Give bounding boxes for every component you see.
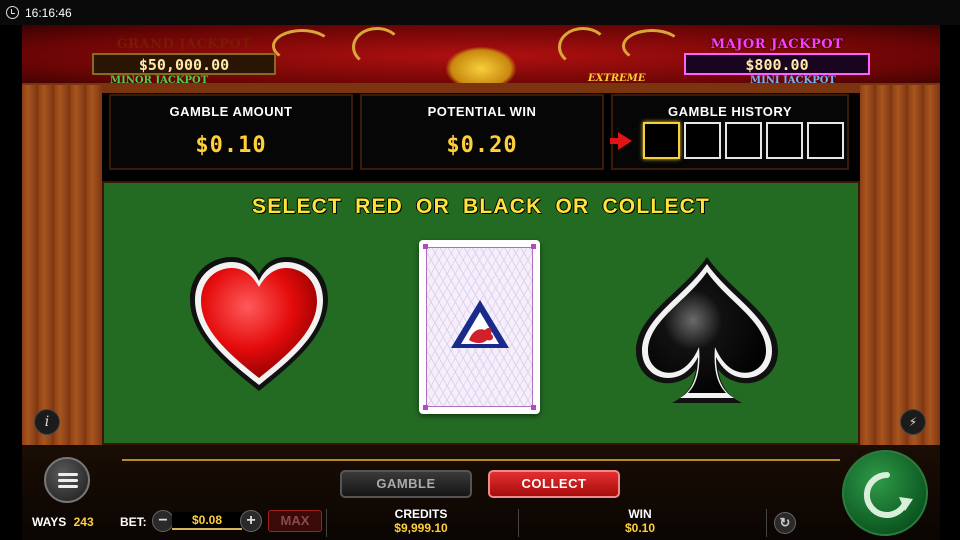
major-jackpot-label: MAJOR JACKPOT [710, 37, 844, 52]
history-slot [643, 122, 680, 159]
history-slot [807, 122, 844, 159]
divider [766, 509, 767, 537]
spade-icon [636, 257, 778, 403]
turbo-icon[interactable]: ⚡ [900, 409, 926, 435]
grand-jackpot: GRAND JACKPOT $50,000.00 [92, 37, 276, 75]
clock-icon [6, 6, 19, 19]
win-label: WIN [628, 507, 652, 521]
face-down-card [419, 240, 540, 414]
heart-icon [190, 257, 328, 391]
info-bar: WAYS 243 BET: − $0.08 + MAX CREDITS $9,9… [22, 507, 940, 540]
card-corner-mark [531, 244, 536, 249]
ways-value: 243 [73, 515, 94, 529]
grand-jackpot-label: GRAND JACKPOT [116, 37, 252, 52]
gamble-prompt: SELECT RED OR BLACK OR COLLECT [252, 195, 710, 218]
banner-swirl-ornament [272, 29, 332, 63]
divider [518, 509, 519, 537]
potential-win-value: $0.20 [446, 133, 518, 158]
menu-bar [58, 473, 78, 476]
gamble-amount-panel: GAMBLE AMOUNT $0.10 [109, 94, 353, 170]
potential-win-label: POTENTIAL WIN [427, 104, 537, 119]
collect-button[interactable]: COLLECT [488, 470, 620, 498]
card-corner-mark [531, 405, 536, 410]
menu-bar [58, 485, 78, 488]
card-corner-mark [423, 405, 428, 410]
bet-value: $0.08 [172, 512, 242, 530]
gamble-amount-value: $0.10 [195, 133, 267, 158]
banner-swirl-ornament [352, 27, 402, 67]
bet-increase-button[interactable]: + [240, 510, 262, 532]
credits-label: CREDITS [394, 507, 448, 521]
dragon-logo-icon [451, 300, 509, 348]
major-jackpot-value: $800.00 [684, 53, 870, 75]
max-bet-button[interactable]: MAX [268, 510, 322, 532]
bet-decrease-button[interactable]: − [152, 510, 174, 532]
gamble-table: SELECT RED OR BLACK OR COLLECT [102, 181, 860, 445]
wood-frame-top [22, 83, 940, 93]
ways-label: WAYS [32, 515, 67, 529]
gamble-history-slots [643, 122, 844, 159]
status-time: 16:16:46 [25, 5, 72, 20]
ways-display: WAYS 243 [32, 515, 94, 529]
info-icon[interactable]: i [34, 409, 60, 435]
red-heart-button[interactable] [184, 253, 334, 403]
gamble-amount-label: GAMBLE AMOUNT [169, 104, 293, 119]
win-display: WIN $0.10 [520, 507, 760, 535]
jackpot-banner: GRAND JACKPOT $50,000.00 MAJOR JACKPOT $… [22, 25, 940, 87]
history-icon[interactable]: ↻ [774, 512, 796, 534]
banner-swirl-ornament [622, 29, 682, 63]
history-slot [725, 122, 762, 159]
potential-win-panel: POTENTIAL WIN $0.20 [360, 94, 604, 170]
win-value: $0.10 [624, 521, 656, 535]
wood-frame-right [860, 85, 940, 445]
banner-swirl-ornament [558, 27, 608, 67]
menu-bar [58, 479, 78, 482]
grand-jackpot-value: $50,000.00 [92, 53, 276, 75]
game-area: GRAND JACKPOT $50,000.00 MAJOR JACKPOT $… [22, 25, 940, 540]
credits-value: $9,999.10 [394, 521, 448, 535]
credits-display: CREDITS $9,999.10 [326, 507, 516, 535]
status-bar: 16:16:46 [0, 0, 960, 25]
bet-label: BET: [120, 515, 147, 529]
golden-frog-logo [446, 47, 516, 83]
gamble-button[interactable]: GAMBLE [340, 470, 472, 498]
card-corner-mark [423, 244, 428, 249]
major-jackpot: MAJOR JACKPOT $800.00 [684, 37, 870, 75]
gold-divider-line [122, 459, 840, 461]
gamble-history-panel: GAMBLE HISTORY [610, 94, 849, 170]
wood-frame-left [22, 85, 102, 445]
menu-button[interactable] [44, 457, 90, 503]
history-slot [766, 122, 803, 159]
black-spade-button[interactable] [632, 253, 782, 408]
red-arrow-icon [610, 132, 632, 150]
history-slot [684, 122, 721, 159]
gamble-history-label: GAMBLE HISTORY [667, 104, 792, 119]
